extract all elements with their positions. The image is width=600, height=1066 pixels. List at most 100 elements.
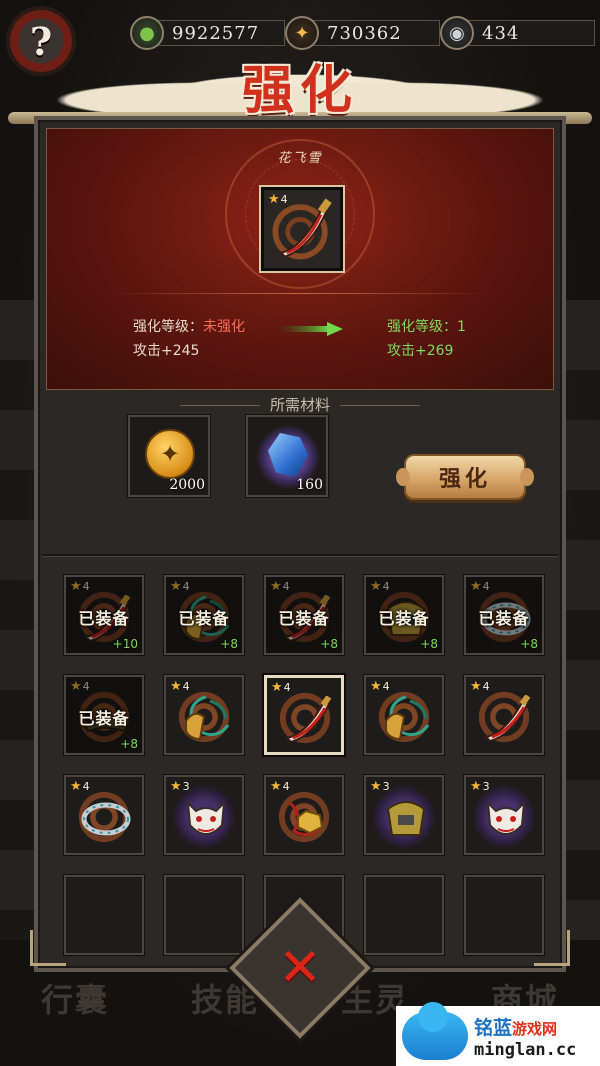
equipment-slot[interactable]: ★ 4: [363, 674, 445, 756]
empty-slot[interactable]: [63, 874, 145, 956]
star-icon: ★: [170, 679, 182, 694]
star-icon: ★: [70, 779, 82, 794]
coin-icon: ✦: [145, 429, 195, 479]
equipment-slot[interactable]: ★ 4 已装备 +10: [63, 574, 145, 656]
next-attack: 攻击+269: [387, 343, 454, 359]
equipped-label: 已装备: [78, 709, 130, 728]
oni-mask-icon: [186, 800, 226, 835]
watermark-logo: 铭蓝游戏网 minglan.cc: [396, 1002, 600, 1066]
equipment-slot[interactable]: ★ 4 已装备 +8: [463, 574, 545, 656]
equipment-slot[interactable]: ★ 3: [163, 774, 245, 856]
next-stats: 强化等级：1 攻击+269: [387, 315, 466, 363]
star-count: 4: [282, 780, 290, 793]
sword-icon: [284, 696, 332, 742]
page-title: 强化: [241, 60, 358, 121]
level-label: 强化等级：: [387, 319, 457, 335]
currency-value: 730362: [327, 22, 402, 44]
section-divider: [42, 554, 558, 557]
enhance-panel: 花飞雪 ★ 4 强化等级：未强化 攻击+245 强化等级：1 攻击+269 所需…: [34, 116, 566, 972]
swirl-icon: ◉: [440, 16, 474, 50]
enhance-level: +8: [420, 637, 438, 651]
enhance-button[interactable]: 强化: [396, 454, 534, 500]
current-level-row: 强化等级：未强化: [133, 315, 245, 339]
watermark-text: 铭蓝游戏网 minglan.cc: [474, 1013, 576, 1060]
coin-icon: ✦: [285, 16, 319, 50]
star-icon: ★: [370, 779, 382, 794]
jade-pendant-icon: [385, 695, 430, 741]
equipped-label: 已装备: [378, 609, 430, 628]
star-rating: ★ 4: [370, 679, 390, 694]
empty-slot[interactable]: [363, 874, 445, 956]
selected-item-slot[interactable]: ★ 4: [259, 185, 345, 273]
star-rating: ★ 4: [70, 779, 90, 794]
arrow-right-icon: [279, 322, 343, 336]
frame-corner-decoration: [30, 930, 66, 966]
cloud-logo-icon: [402, 1002, 468, 1060]
currency-coin: ✦ 730362: [285, 14, 440, 52]
next-level-row: 强化等级：1: [387, 315, 466, 339]
equipment-slot[interactable]: ★ 4: [463, 674, 545, 756]
watermark-brand-name: 铭蓝: [474, 1016, 513, 1039]
star-icon: ★: [370, 679, 382, 694]
equipment-slot[interactable]: ★ 3: [363, 774, 445, 856]
material-slot-gem[interactable]: 160: [245, 414, 329, 498]
current-attack: 攻击+245: [133, 343, 200, 359]
equipment-slot[interactable]: ★ 4: [262, 673, 346, 757]
enhance-level: +10: [112, 637, 138, 651]
equipment-slot[interactable]: ★ 3: [463, 774, 545, 856]
equipped-label: 已装备: [278, 609, 330, 628]
star-count: 3: [382, 780, 390, 793]
currency-jade: ● 9922577: [130, 14, 285, 52]
star-rating: ★ 3: [470, 779, 490, 794]
star-icon: ★: [470, 779, 482, 794]
close-icon: ✕: [278, 938, 322, 998]
equipment-slot[interactable]: ★ 4: [163, 674, 245, 756]
sword-icon: [483, 695, 531, 741]
watermark-url: minglan.cc: [474, 1039, 577, 1060]
level-value: 1: [457, 319, 466, 335]
watermark-brand: 铭蓝游戏网: [474, 1013, 576, 1040]
equipped-label: 已装备: [178, 609, 230, 628]
currency-value: 9922577: [172, 22, 260, 44]
equipment-slot[interactable]: ★ 4 已装备 +8: [263, 574, 345, 656]
materials-title: 所需材料: [38, 394, 562, 415]
enhance-level: +8: [320, 637, 338, 651]
empty-slot[interactable]: [463, 874, 545, 956]
star-count: 3: [482, 780, 490, 793]
sword-icon: [272, 198, 332, 260]
material-amount: 2000: [169, 477, 205, 493]
oni-mask-icon: [486, 800, 526, 835]
star-rating: ★ 4: [170, 679, 190, 694]
star-count: 4: [482, 680, 490, 693]
enhance-level: +8: [120, 737, 138, 751]
equipment-slot[interactable]: ★ 4 已装备 +8: [363, 574, 445, 656]
equipment-slot[interactable]: ★ 4: [263, 774, 345, 856]
material-slot-coin[interactable]: ✦ 2000: [127, 414, 211, 498]
star-count: 4: [283, 681, 291, 694]
star-rating: ★ 3: [170, 779, 190, 794]
star-count: 4: [82, 780, 90, 793]
star-rating: ★ 4: [270, 779, 290, 794]
divider-line: [107, 293, 493, 294]
currency-bar: ● 9922577 ✦ 730362 ◉ 434: [130, 14, 600, 52]
currency-value: 434: [482, 22, 520, 44]
jade-pendant-icon: [185, 695, 230, 741]
empty-slot[interactable]: [163, 874, 245, 956]
level-label: 强化等级：: [133, 319, 203, 335]
equipped-label: 已装备: [478, 609, 530, 628]
armor-icon: [386, 801, 426, 836]
star-rating: ★ 4: [271, 680, 291, 695]
equipment-slot[interactable]: ★ 4 已装备 +8: [163, 574, 245, 656]
star-rating: ★ 4: [470, 679, 490, 694]
star-count: 3: [182, 780, 190, 793]
enhance-level: +8: [520, 637, 538, 651]
star-rating: ★ 3: [370, 779, 390, 794]
equipment-slot[interactable]: ★ 4: [63, 774, 145, 856]
enhance-level: +8: [220, 637, 238, 651]
item-preview: 花飞雪 ★ 4 强化等级：未强化 攻击+245 强化等级：1 攻击+269: [46, 128, 554, 390]
equipment-slot[interactable]: ★ 4 已装备 +8: [63, 674, 145, 756]
current-stats: 强化等级：未强化 攻击+245: [133, 315, 245, 363]
material-amount: 160: [296, 477, 323, 493]
tab-bag[interactable]: 行囊: [41, 975, 109, 1035]
currency-swirl: ◉ 434: [440, 14, 595, 52]
